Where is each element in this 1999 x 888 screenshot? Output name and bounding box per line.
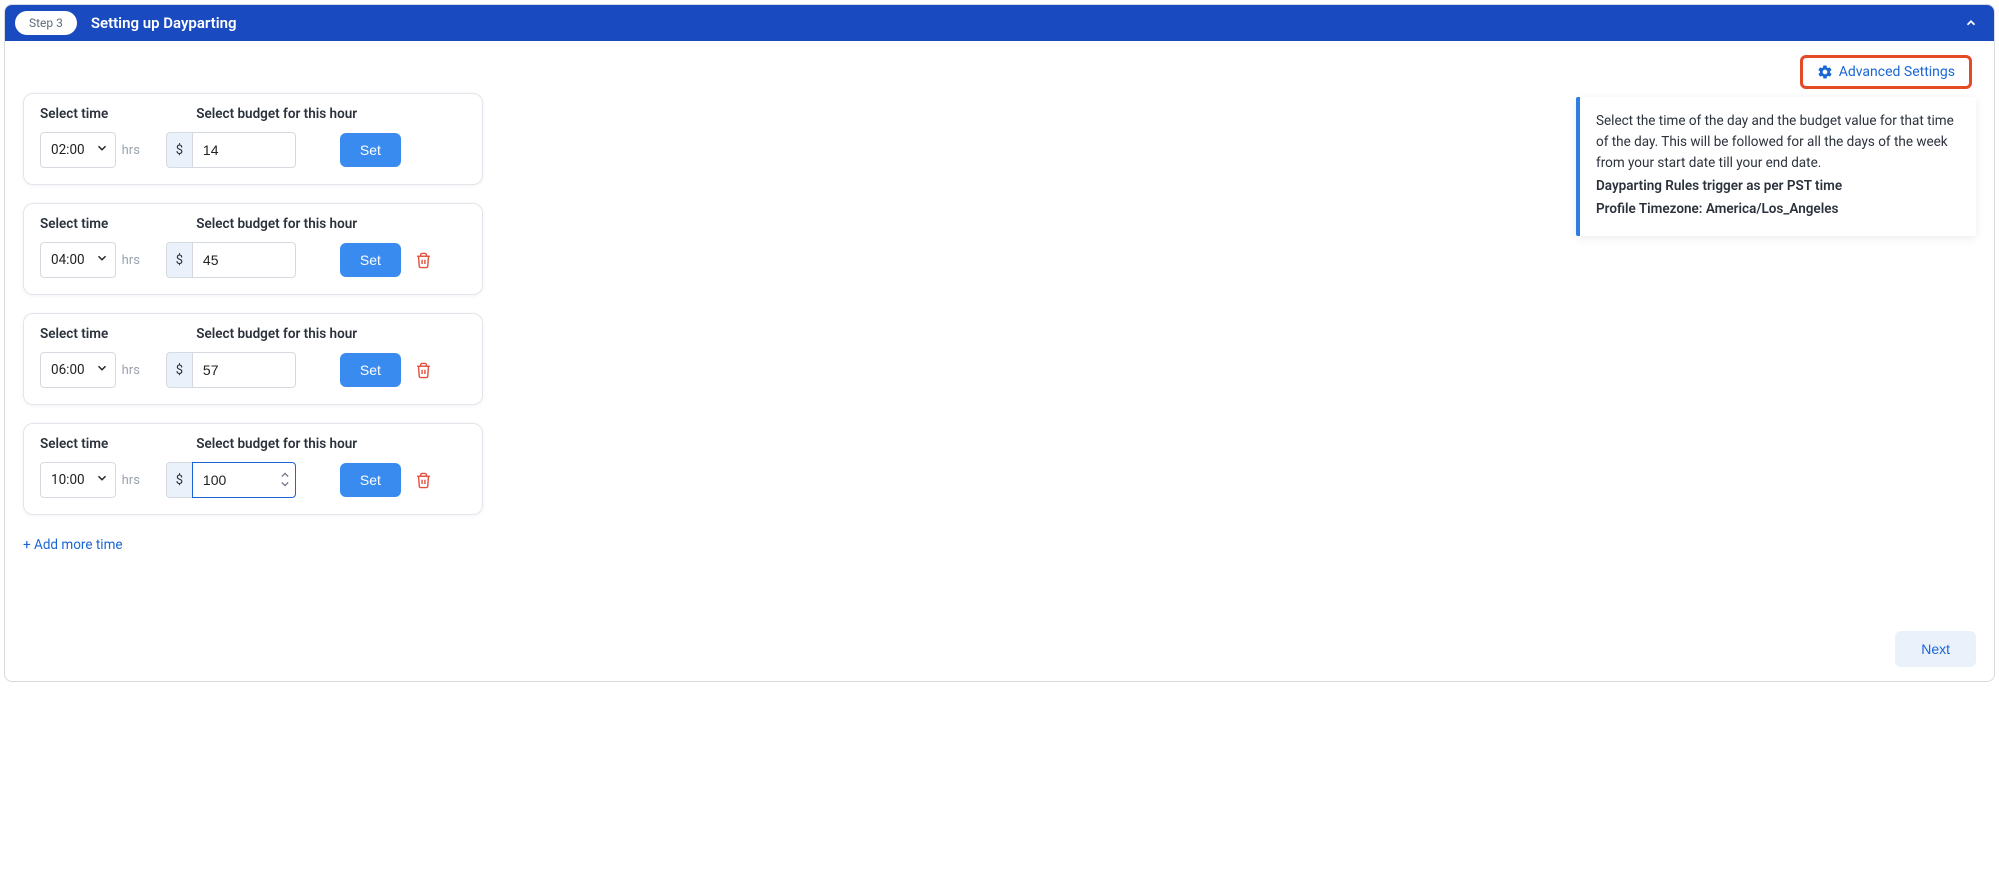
advanced-settings-label: Advanced Settings xyxy=(1839,64,1955,80)
time-row: Select time Select budget for this hour 10… xyxy=(23,423,483,515)
info-bold-1: Dayparting Rules trigger as per PST time xyxy=(1596,176,1958,197)
chevron-up-icon[interactable] xyxy=(1962,14,1980,32)
dayparting-panel: Step 3 Setting up Dayparting Advanced Se… xyxy=(4,4,1995,682)
panel-body: Advanced Settings Select time Select budg… xyxy=(5,41,1994,681)
currency-prefix: $ xyxy=(166,462,192,498)
currency-prefix: $ xyxy=(166,352,192,388)
select-time-label: Select time xyxy=(40,216,108,232)
hrs-label: hrs xyxy=(122,473,140,488)
chevron-down-icon xyxy=(95,141,109,159)
next-button[interactable]: Next xyxy=(1895,631,1976,667)
time-select[interactable]: 10:00 xyxy=(40,462,116,498)
currency-prefix: $ xyxy=(166,242,192,278)
trash-icon[interactable] xyxy=(415,252,432,269)
time-rows: Select time Select budget for this hour 02… xyxy=(23,89,483,553)
info-box: Select the time of the day and the budge… xyxy=(1576,97,1976,236)
trash-icon[interactable] xyxy=(415,472,432,489)
set-button[interactable]: Set xyxy=(340,463,401,497)
hrs-label: hrs xyxy=(122,143,140,158)
hrs-label: hrs xyxy=(122,253,140,268)
time-value: 02:00 xyxy=(51,142,85,158)
chevron-down-icon xyxy=(95,471,109,489)
budget-input[interactable] xyxy=(192,132,296,168)
advanced-settings-button[interactable]: Advanced Settings xyxy=(1800,55,1972,89)
time-select[interactable]: 06:00 xyxy=(40,352,116,388)
time-row: Select time Select budget for this hour 06… xyxy=(23,313,483,405)
time-value: 06:00 xyxy=(51,362,85,378)
set-button[interactable]: Set xyxy=(340,353,401,387)
currency-prefix: $ xyxy=(166,132,192,168)
add-more-time-link[interactable]: + Add more time xyxy=(23,537,123,553)
time-select[interactable]: 04:00 xyxy=(40,242,116,278)
select-time-label: Select time xyxy=(40,436,108,452)
panel-header: Step 3 Setting up Dayparting xyxy=(5,5,1994,41)
info-text: Select the time of the day and the budge… xyxy=(1596,113,1954,171)
time-row: Select time Select budget for this hour 04… xyxy=(23,203,483,295)
number-stepper[interactable] xyxy=(280,470,290,488)
select-budget-label: Select budget for this hour xyxy=(196,216,357,232)
hrs-label: hrs xyxy=(122,363,140,378)
select-budget-label: Select budget for this hour xyxy=(196,106,357,122)
set-button[interactable]: Set xyxy=(340,243,401,277)
select-budget-label: Select budget for this hour xyxy=(196,436,357,452)
set-button[interactable]: Set xyxy=(340,133,401,167)
chevron-down-icon xyxy=(95,251,109,269)
trash-icon[interactable] xyxy=(415,362,432,379)
time-value: 10:00 xyxy=(51,472,85,488)
select-time-label: Select time xyxy=(40,326,108,342)
chevron-down-icon xyxy=(95,361,109,379)
select-time-label: Select time xyxy=(40,106,108,122)
gear-icon xyxy=(1817,64,1833,80)
select-budget-label: Select budget for this hour xyxy=(196,326,357,342)
budget-input[interactable] xyxy=(192,242,296,278)
info-bold-2: Profile Timezone: America/Los_Angeles xyxy=(1596,199,1958,220)
step-badge: Step 3 xyxy=(15,11,77,35)
page-title: Setting up Dayparting xyxy=(91,14,237,32)
time-row: Select time Select budget for this hour 02… xyxy=(23,93,483,185)
time-value: 04:00 xyxy=(51,252,85,268)
budget-input[interactable] xyxy=(192,352,296,388)
time-select[interactable]: 02:00 xyxy=(40,132,116,168)
